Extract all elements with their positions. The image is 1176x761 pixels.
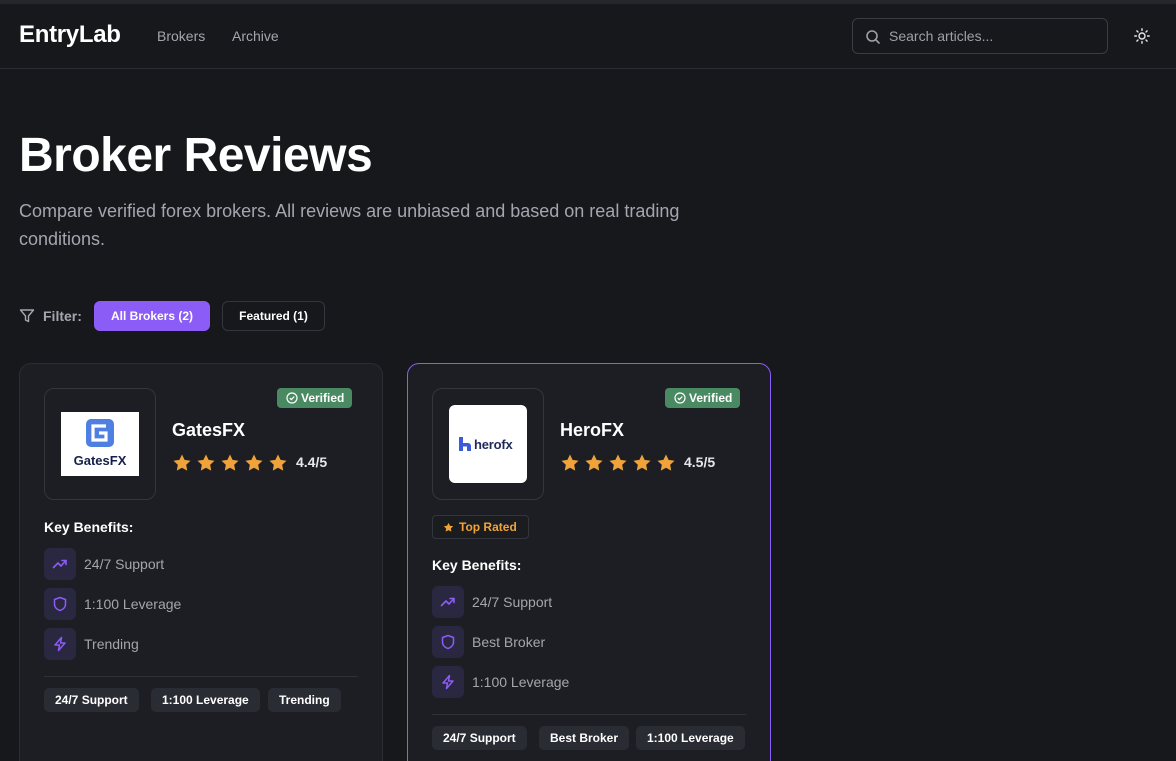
lightning-icon	[442, 674, 454, 690]
broker-name[interactable]: HeroFX	[560, 420, 624, 441]
filter-icon	[19, 309, 35, 323]
check-circle-icon	[286, 392, 298, 404]
star-icon	[657, 454, 675, 471]
filter-label: Filter:	[43, 308, 82, 324]
benefit-label: Trending	[84, 636, 139, 652]
star-icon	[269, 454, 287, 471]
benefit-icon-frame	[432, 586, 464, 618]
rating-value: 4.5/5	[684, 454, 716, 470]
herofx-logo-text: herofx	[474, 437, 513, 452]
benefit-item: 1:100 Leverage	[44, 588, 344, 620]
star-icon	[197, 454, 215, 471]
broker-name[interactable]: GatesFX	[172, 420, 245, 441]
tag-chip: 24/7 Support	[432, 726, 527, 750]
filter-featured-button[interactable]: Featured (1)	[222, 301, 325, 331]
tag-chip: Best Broker	[539, 726, 630, 750]
broker-card-herofx[interactable]: herofx Verified HeroFX 4.5/5 Top Rated K…	[407, 363, 771, 761]
benefit-label: 24/7 Support	[84, 556, 165, 572]
shield-icon	[53, 596, 67, 612]
star-icon	[221, 454, 239, 471]
benefit-icon-frame	[44, 628, 76, 660]
tag-chip: 24/7 Support	[44, 688, 139, 712]
verified-badge: Verified	[665, 388, 741, 408]
top-rated-label: Top Rated	[459, 520, 517, 534]
rating-value: 4.4/5	[296, 454, 328, 470]
benefit-icon-frame	[44, 588, 76, 620]
filter-all-brokers-button[interactable]: All Brokers (2)	[94, 301, 210, 331]
key-benefits-title: Key Benefits:	[44, 519, 134, 535]
benefit-label: 1:100 Leverage	[472, 674, 570, 690]
verified-label: Verified	[301, 391, 345, 405]
broker-logo-frame: GatesFX	[44, 388, 156, 500]
benefit-label: Best Broker	[472, 634, 546, 650]
search-box[interactable]	[852, 18, 1108, 54]
benefit-icon-frame	[432, 666, 464, 698]
tag-chip: 1:100 Leverage	[151, 688, 260, 712]
star-icon	[173, 454, 191, 471]
benefit-icon-frame	[44, 548, 76, 580]
page-title: Broker Reviews	[19, 129, 373, 182]
page-subtitle: Compare verified forex brokers. All revi…	[19, 201, 680, 249]
nav-link-archive[interactable]: Archive	[232, 28, 279, 44]
star-icon	[609, 454, 627, 471]
star-icon	[633, 454, 651, 471]
benefit-item: Trending	[44, 628, 344, 660]
verified-label: Verified	[689, 391, 733, 405]
trending-up-icon	[52, 559, 67, 569]
search-input[interactable]	[889, 19, 1099, 53]
benefit-item: Best Broker	[432, 626, 732, 658]
herofx-logo: herofx	[449, 405, 527, 483]
search-icon	[866, 30, 880, 44]
site-header: EntryLab Brokers Archive	[0, 4, 1176, 69]
trending-up-icon	[440, 597, 455, 607]
benefit-item: 1:100 Leverage	[432, 666, 732, 698]
star-icon	[561, 454, 579, 471]
benefit-item: 24/7 Support	[44, 548, 344, 580]
tag-chip: Trending	[268, 688, 341, 712]
broker-logo-frame: herofx	[432, 388, 544, 500]
site-logo[interactable]: EntryLab	[19, 21, 121, 49]
lightning-icon	[54, 636, 66, 652]
star-icon	[585, 454, 603, 471]
check-circle-icon	[674, 392, 686, 404]
tag-chip: 1:100 Leverage	[636, 726, 745, 750]
sun-icon	[1134, 28, 1150, 44]
theme-toggle-button[interactable]	[1130, 24, 1154, 48]
card-divider	[44, 676, 358, 677]
benefit-icon-frame	[432, 626, 464, 658]
star-icon	[245, 454, 263, 471]
shield-icon	[441, 634, 455, 650]
benefit-label: 1:100 Leverage	[84, 596, 182, 612]
key-benefits-title: Key Benefits:	[432, 557, 522, 573]
broker-card-gatesfx[interactable]: GatesFX Verified GatesFX 4.4/5 Key Benef…	[19, 363, 383, 761]
gatesfx-logo-text: GatesFX	[73, 453, 127, 468]
verified-badge: Verified	[277, 388, 353, 408]
top-rated-badge: Top Rated	[432, 515, 529, 539]
benefit-label: 24/7 Support	[472, 594, 553, 610]
gatesfx-logo: GatesFX	[61, 412, 139, 476]
nav-link-brokers[interactable]: Brokers	[157, 28, 205, 44]
star-icon	[443, 522, 454, 532]
card-divider	[432, 714, 746, 715]
benefit-item: 24/7 Support	[432, 586, 732, 618]
